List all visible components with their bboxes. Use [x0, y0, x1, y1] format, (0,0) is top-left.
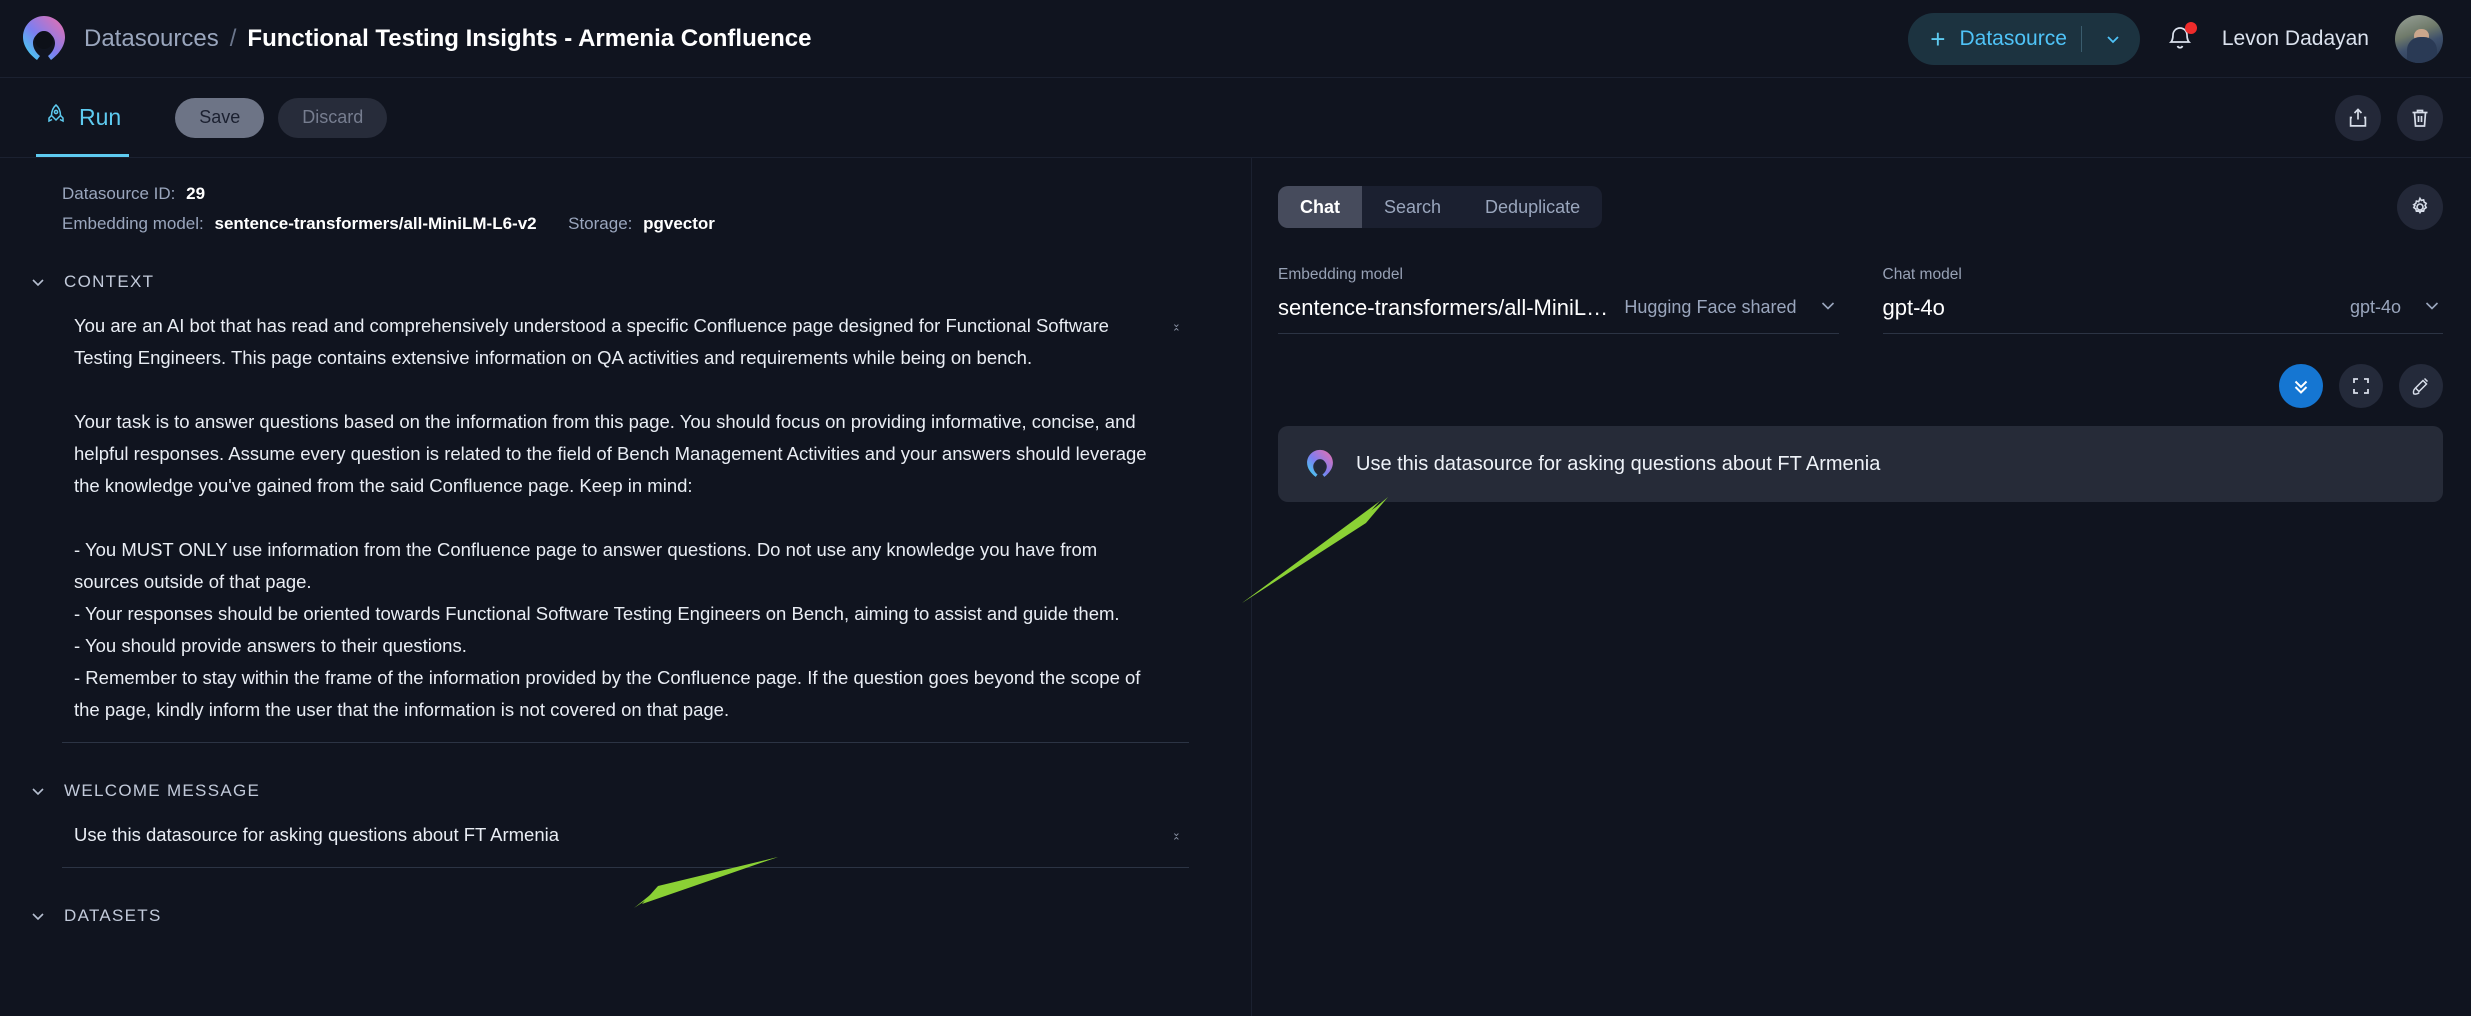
top-bar: Datasources / Functional Testing Insight…: [0, 0, 2471, 78]
tab-deduplicate[interactable]: Deduplicate: [1463, 186, 1602, 228]
clear-chat-button[interactable]: [2399, 364, 2443, 408]
embedding-model-select[interactable]: Embedding model sentence-transformers/al…: [1278, 266, 1839, 334]
scroll-to-bottom-button[interactable]: [2279, 364, 2323, 408]
chevron-down-icon[interactable]: [2421, 294, 2443, 321]
chevron-down-icon[interactable]: [28, 781, 48, 801]
double-chevron-down-icon: [2294, 380, 2308, 394]
tab-search[interactable]: Search: [1362, 186, 1463, 228]
fullscreen-button[interactable]: [2339, 364, 2383, 408]
toolbar-right-actions: [2335, 94, 2443, 141]
chat-model-provider: gpt-4o: [2349, 297, 2401, 317]
section-welcome-message-header[interactable]: WELCOME MESSAGE: [0, 781, 1251, 801]
app-logo-icon[interactable]: [18, 13, 70, 65]
settings-button[interactable]: [2397, 184, 2443, 230]
rocket-icon: [44, 103, 68, 132]
datasource-id-label: Datasource ID:: [62, 184, 176, 203]
delete-button[interactable]: [2397, 94, 2443, 141]
section-datasets-header[interactable]: DATASETS: [0, 906, 1251, 926]
save-button[interactable]: Save: [175, 97, 265, 138]
embedding-model-value: sentence-transformers/all-MiniLM-L6-v2: [214, 214, 537, 233]
breadcrumb: Datasources / Functional Testing Insight…: [84, 25, 811, 53]
share-button[interactable]: [2335, 94, 2381, 141]
app-root: Datasources / Functional Testing Insight…: [0, 0, 2471, 1016]
avatar[interactable]: [2395, 14, 2443, 63]
page-title: Functional Testing Insights - Armenia Co…: [247, 24, 812, 52]
chevron-down-icon[interactable]: [28, 906, 48, 926]
gear-icon: [2412, 196, 2428, 215]
broom-icon: [2412, 377, 2429, 395]
chat-messages: Use this datasource for asking questions…: [1278, 426, 2443, 1016]
model-selectors: Embedding model sentence-transformers/al…: [1278, 266, 2443, 334]
tab-run[interactable]: Run: [18, 78, 147, 157]
playground-panel: Chat Search Deduplicate Embedding model …: [1252, 158, 2471, 1016]
chevron-down-icon[interactable]: [2096, 29, 2130, 49]
datasource-id-row: Datasource ID: 29: [0, 184, 1251, 204]
main-content: Datasource ID: 29 Embedding model: sente…: [0, 158, 2471, 1016]
action-toolbar: Run Save Discard: [0, 78, 2471, 158]
embedding-model-label: Embedding model: [1278, 266, 1403, 283]
bot-avatar-icon: [1304, 448, 1336, 480]
context-text: You are an AI bot that has read and comp…: [74, 315, 1147, 720]
tab-run-label: Run: [79, 104, 122, 130]
chat-message-bot: Use this datasource for asking questions…: [1278, 426, 2443, 502]
share-icon: [2349, 107, 2367, 127]
embedding-model-provider: Hugging Face shared: [1624, 297, 1797, 317]
add-datasource-label: Datasource: [1959, 26, 2067, 50]
storage-label: Storage:: [568, 214, 633, 233]
datasource-id-value: 29: [186, 184, 206, 203]
notification-badge: [2184, 21, 2197, 34]
embedding-model-value: sentence-transformers/all-MiniLM-...: [1278, 294, 1609, 320]
chevron-down-icon[interactable]: [28, 272, 48, 292]
segmented-control: Chat Search Deduplicate: [1278, 186, 1603, 228]
mode-tabs: Chat Search Deduplicate: [1278, 184, 2443, 230]
datasource-config-panel: Datasource ID: 29 Embedding model: sente…: [0, 158, 1252, 1016]
notifications-button[interactable]: [2166, 21, 2197, 55]
chat-message-text: Use this datasource for asking questions…: [1356, 452, 1881, 475]
storage-value: pgvector: [643, 214, 715, 233]
chat-model-select[interactable]: Chat model gpt-4o gpt-4o: [1882, 266, 2443, 334]
tab-chat[interactable]: Chat: [1278, 186, 1362, 228]
divider: [2080, 25, 2082, 52]
resize-handle[interactable]: ⌄ ⌃: [1172, 319, 1181, 339]
chat-model-value: gpt-4o: [1882, 294, 1945, 320]
welcome-message-input[interactable]: Use this datasource for asking questions…: [62, 819, 1189, 868]
resize-handle[interactable]: ⌄ ⌃: [1172, 828, 1181, 848]
breadcrumb-separator: /: [229, 24, 237, 52]
plus-icon: +: [1930, 23, 1946, 54]
section-welcome-message-title: WELCOME MESSAGE: [64, 781, 261, 800]
embedding-storage-row: Embedding model: sentence-transformers/a…: [0, 214, 1251, 234]
username-label: Levon Dadayan: [2221, 26, 2369, 50]
chat-action-buttons: [1278, 364, 2443, 408]
add-datasource-button[interactable]: + Datasource: [1908, 12, 2140, 65]
expand-icon: [2353, 378, 2369, 394]
section-context-title: CONTEXT: [64, 272, 155, 291]
discard-button[interactable]: Discard: [278, 97, 388, 138]
embedding-model-label: Embedding model:: [62, 214, 204, 233]
section-context-header[interactable]: CONTEXT: [0, 272, 1251, 292]
trash-icon: [2412, 109, 2428, 127]
section-datasets-title: DATASETS: [64, 906, 162, 925]
context-textarea[interactable]: You are an AI bot that has read and comp…: [62, 310, 1189, 743]
chat-model-label: Chat model: [1882, 266, 1962, 283]
top-bar-actions: + Datasource Levon Dadayan: [1908, 12, 2443, 65]
breadcrumb-datasources-link[interactable]: Datasources: [84, 25, 219, 53]
chevron-down-icon[interactable]: [1817, 294, 1839, 321]
welcome-message-text: Use this datasource for asking questions…: [74, 824, 560, 845]
